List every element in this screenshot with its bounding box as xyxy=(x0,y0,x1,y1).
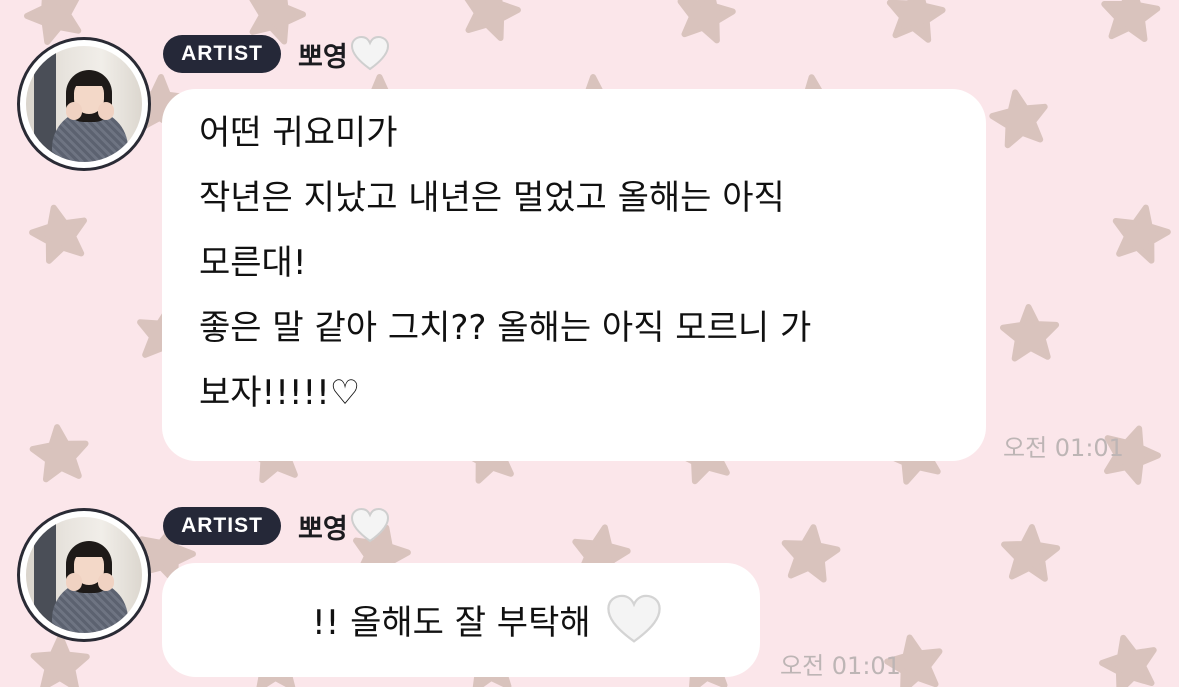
star-icon xyxy=(463,0,521,42)
message-bubble[interactable]: 어떤 귀요미가 작년은 지났고 내년은 멀었고 올해는 아직 모른대! 좋은 말… xyxy=(162,89,986,461)
star-icon xyxy=(29,424,89,483)
timestamp: 오전 01:01 xyxy=(780,652,901,680)
message-line: 작년은 지났고 내년은 멀었고 올해는 아직 xyxy=(199,178,785,218)
message-bubble[interactable]: !! 올해도 잘 부탁해 xyxy=(162,563,760,677)
avatar-photo xyxy=(26,517,142,633)
white-heart-icon xyxy=(606,594,661,643)
message-text: 어떤 귀요미가 작년은 지났고 내년은 멀었고 올해는 아직 모른대! 좋은 말… xyxy=(199,101,986,426)
white-heart-icon xyxy=(350,35,389,71)
star-icon xyxy=(886,0,946,43)
message-line: 어떤 귀요미가 xyxy=(199,113,398,153)
star-icon xyxy=(1099,634,1157,687)
star-icon xyxy=(781,524,841,583)
message-line: 보자!!!!!♡ xyxy=(199,373,361,413)
message-line: !! 올해도 잘 부탁해 xyxy=(312,603,591,643)
star-icon xyxy=(677,0,736,44)
star-icon xyxy=(30,634,90,687)
star-icon xyxy=(1101,0,1161,43)
star-icon xyxy=(1001,524,1061,582)
white-heart-icon xyxy=(350,507,389,543)
sender-name-text: 뽀영 xyxy=(298,513,348,545)
timestamp: 오전 01:01 xyxy=(1003,434,1124,462)
message-text: !! 올해도 잘 부탁해 xyxy=(312,587,760,652)
message-line: 모른대! xyxy=(199,243,307,283)
avatar[interactable] xyxy=(17,508,151,642)
sender-name[interactable]: 뽀영 xyxy=(298,504,390,548)
artist-badge: ARTIST xyxy=(163,35,281,73)
message-line: 좋은 말 같아 그치?? 올해는 아직 모르니 가 xyxy=(199,308,812,348)
artist-badge: ARTIST xyxy=(163,507,281,545)
avatar[interactable] xyxy=(17,37,151,171)
avatar-photo xyxy=(26,46,142,162)
star-icon xyxy=(1112,204,1171,264)
sender-name[interactable]: 뽀영 xyxy=(298,32,390,76)
star-icon xyxy=(999,304,1060,362)
star-icon xyxy=(989,89,1048,149)
star-icon xyxy=(29,204,87,264)
sender-name-text: 뽀영 xyxy=(298,41,348,73)
